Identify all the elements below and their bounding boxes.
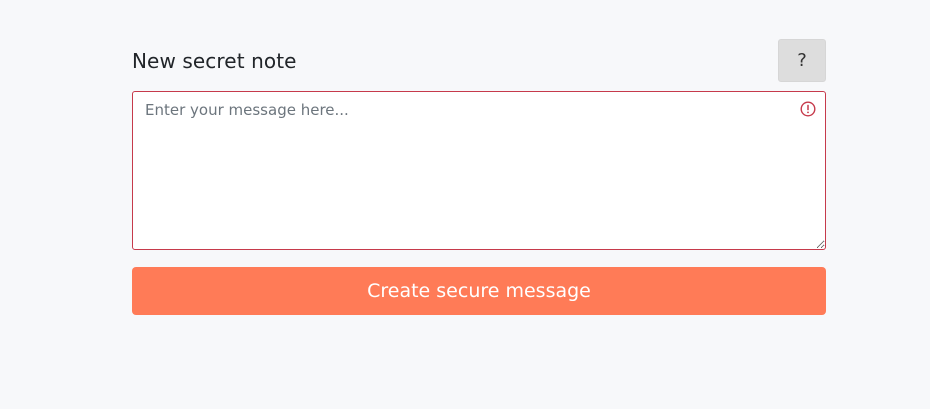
message-field-wrapper [132,91,826,250]
exclamation-circle-icon [800,101,816,117]
help-button[interactable]: ? [778,39,826,82]
message-input[interactable] [132,91,826,250]
create-secure-message-button[interactable]: Create secure message [132,267,826,315]
form-header: New secret note ? [132,39,826,82]
page-title: New secret note [132,48,297,73]
secret-note-form: New secret note ? Create secure message [132,39,826,315]
